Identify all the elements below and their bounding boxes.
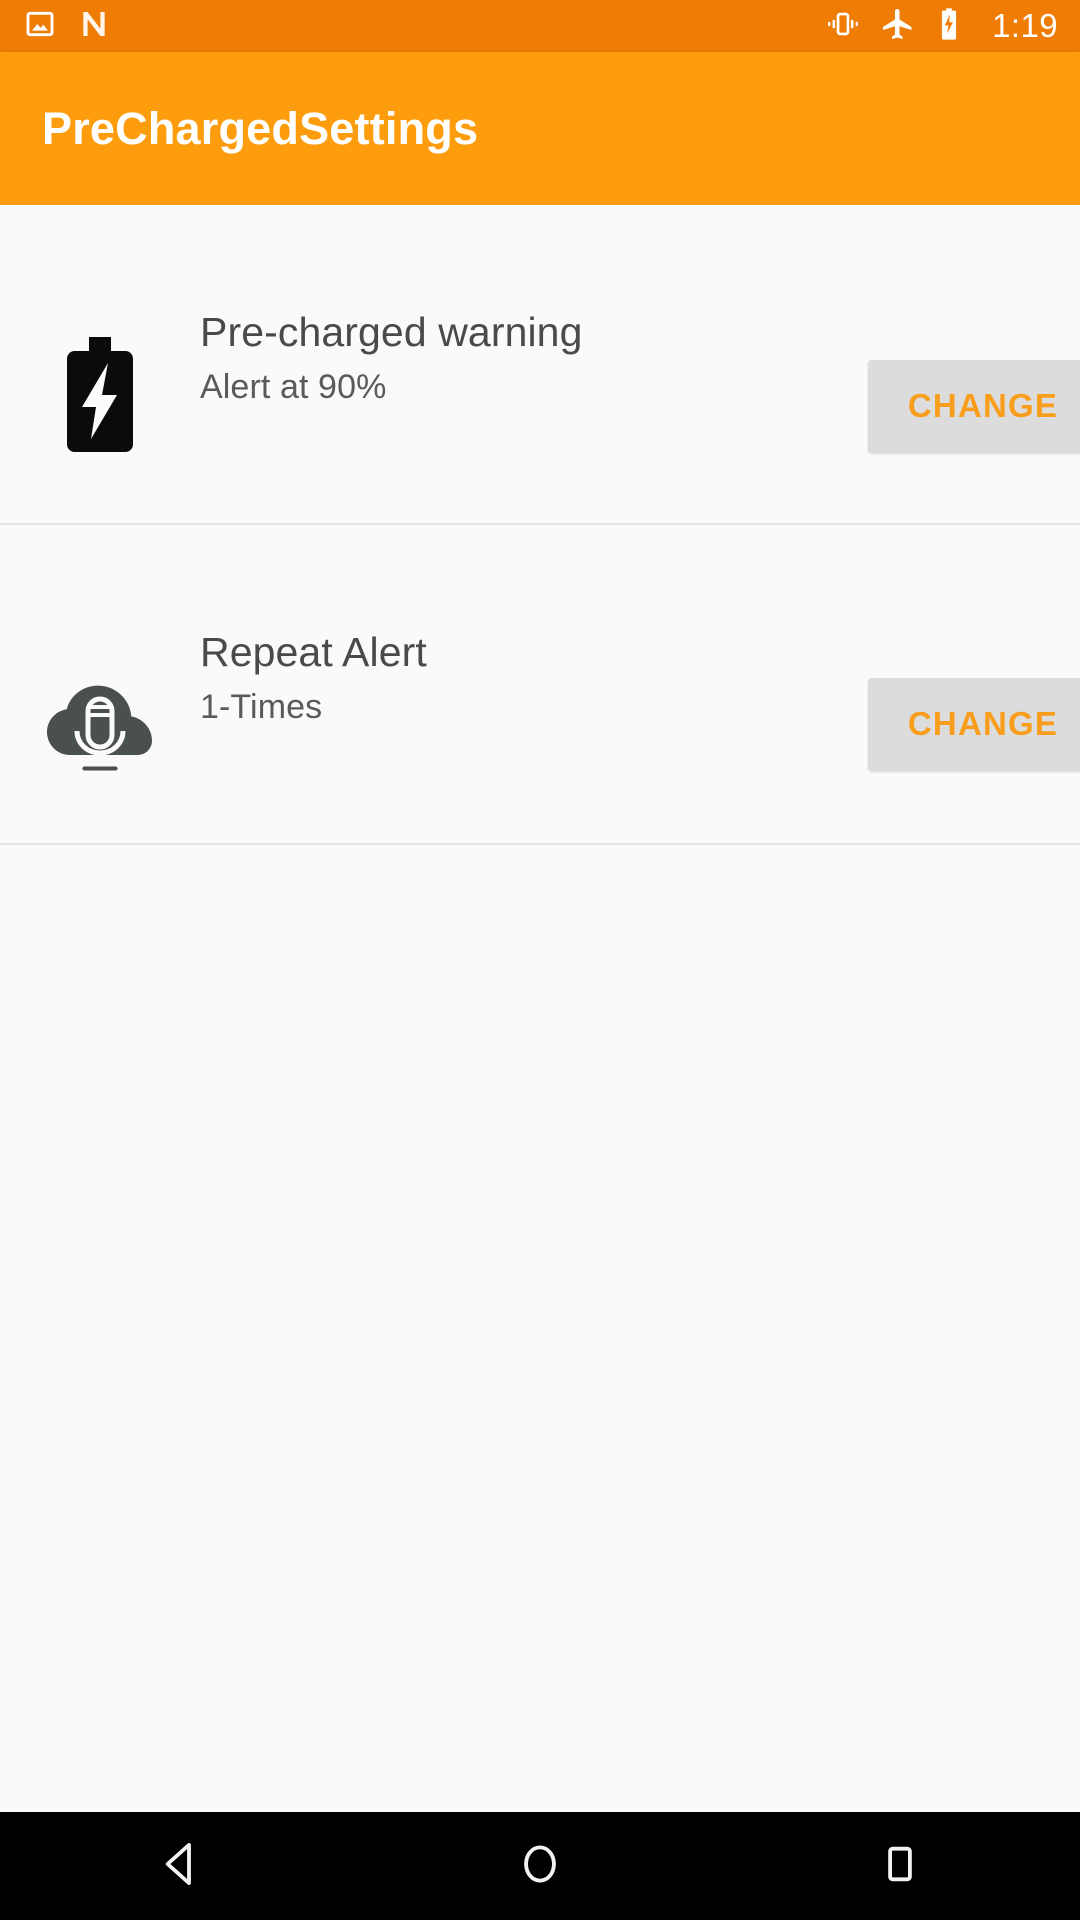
preference-row-repeat-alert[interactable]: Repeat Alert 1-Times CHANGE bbox=[0, 525, 1080, 845]
home-circle-icon bbox=[513, 1837, 567, 1896]
battery-charging-icon bbox=[0, 205, 200, 523]
photo-icon bbox=[24, 8, 56, 45]
status-bar: 1:19 bbox=[0, 0, 1080, 52]
change-button-pre-charged-warning[interactable]: CHANGE bbox=[868, 359, 1080, 453]
phone-screen: 1:19 PreChargedSettings Pre-charged warn… bbox=[0, 0, 1080, 1920]
preference-text-block: Pre-charged warning Alert at 90% bbox=[200, 309, 780, 407]
back-triangle-icon bbox=[153, 1837, 207, 1896]
preference-title: Pre-charged warning bbox=[200, 308, 583, 355]
page-title: PreChargedSettings bbox=[42, 102, 479, 154]
navigation-bar bbox=[0, 1812, 1080, 1920]
vibrate-icon bbox=[826, 7, 860, 46]
status-bar-system-icons: 1:19 bbox=[826, 6, 1058, 47]
cloud-microphone-icon bbox=[0, 525, 200, 843]
change-button-repeat-alert[interactable]: CHANGE bbox=[868, 677, 1080, 771]
back-button[interactable] bbox=[80, 1812, 280, 1920]
status-bar-clock: 1:19 bbox=[992, 7, 1058, 44]
preference-row-pre-charged-warning[interactable]: Pre-charged warning Alert at 90% CHANGE bbox=[0, 205, 1080, 525]
preference-title: Repeat Alert bbox=[200, 628, 427, 675]
recents-button[interactable] bbox=[800, 1812, 1000, 1920]
settings-list: Pre-charged warning Alert at 90% CHANGE bbox=[0, 205, 1080, 1812]
preference-subtitle: 1-Times bbox=[200, 688, 323, 727]
preference-subtitle: Alert at 90% bbox=[200, 368, 387, 407]
battery-charging-icon bbox=[936, 7, 962, 46]
preference-action-area: CHANGE bbox=[780, 525, 1080, 843]
home-button[interactable] bbox=[440, 1812, 640, 1920]
android-n-icon bbox=[78, 8, 110, 45]
preference-action-area: CHANGE bbox=[780, 205, 1080, 523]
airplane-mode-icon bbox=[880, 6, 916, 47]
status-bar-notifications bbox=[24, 8, 110, 45]
action-bar: PreChargedSettings bbox=[0, 52, 1080, 205]
preference-text-block: Repeat Alert 1-Times bbox=[200, 629, 780, 727]
recents-square-icon bbox=[873, 1837, 927, 1896]
